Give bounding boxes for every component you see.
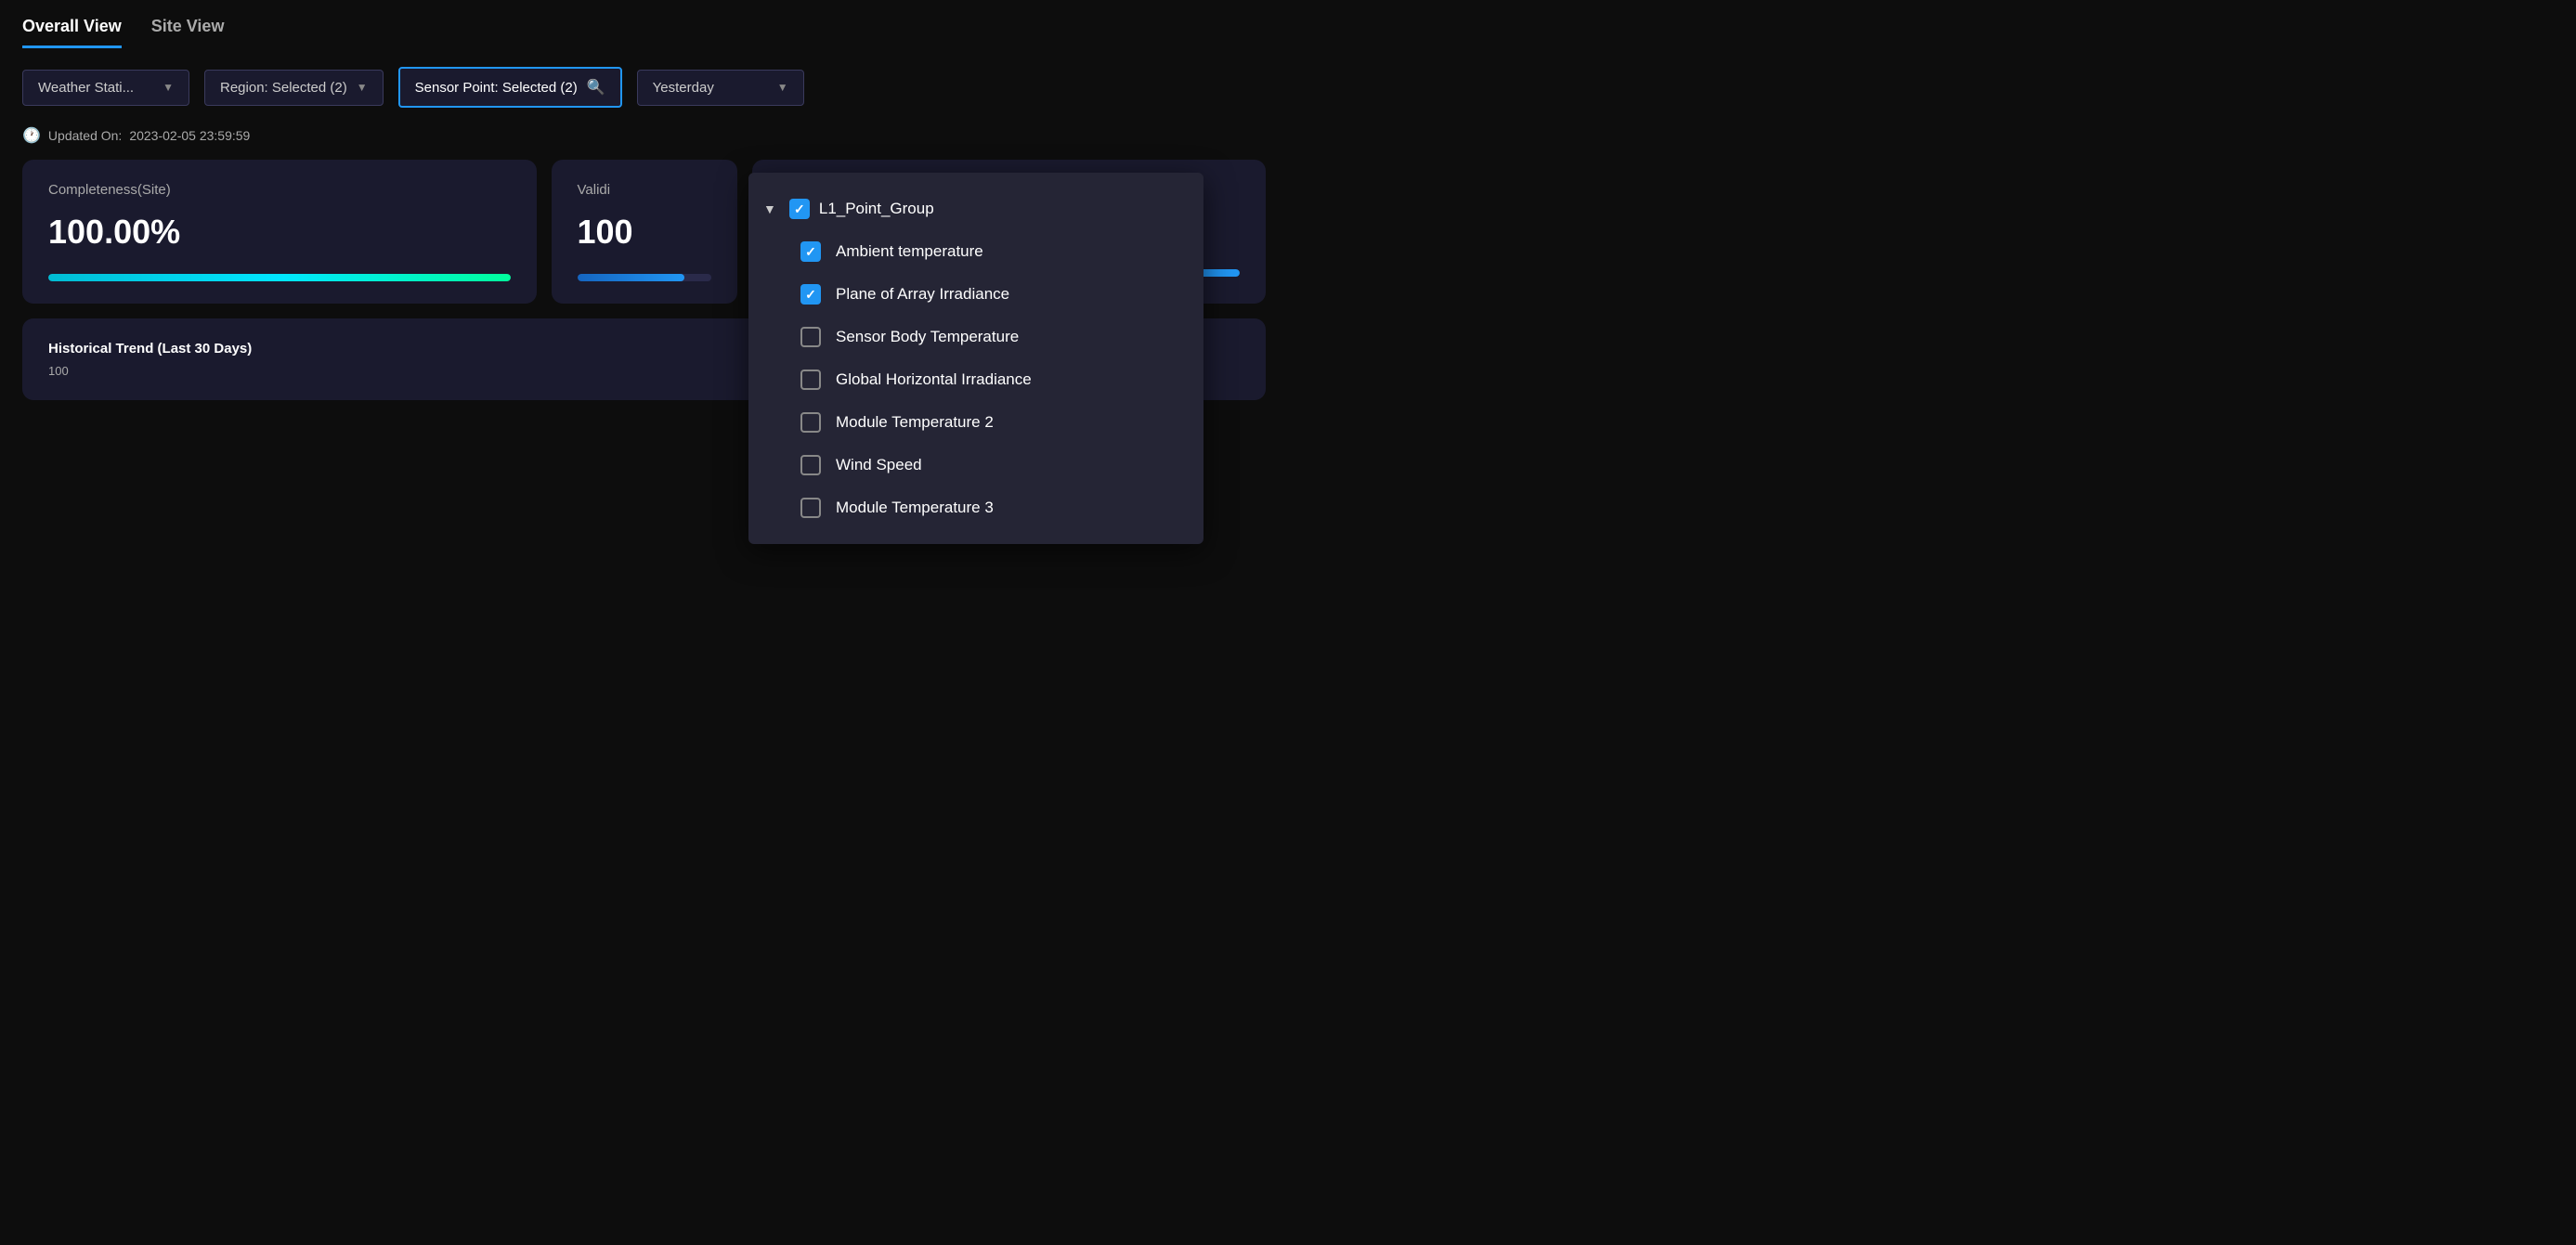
timestamp-bar: 🕐 Updated On: 2023-02-05 23:59:59 — [0, 123, 1288, 160]
region-chevron-icon: ▼ — [357, 81, 368, 94]
sensor-item-module-temp-2[interactable]: Module Temperature 2 — [748, 401, 1203, 444]
group-arrow-icon: ▼ — [763, 201, 776, 216]
validity-value: 100 — [578, 213, 711, 252]
checkmark-icon: ✓ — [794, 201, 805, 217]
timestamp-prefix: Updated On: — [48, 128, 122, 143]
region-label: Region: Selected (2) — [220, 80, 347, 96]
sensor-item-ambient-temp[interactable]: ✓ Ambient temperature — [748, 230, 1203, 273]
validity-progress-fill — [578, 274, 684, 281]
sensor-item-plane-irradiance[interactable]: ✓ Plane of Array Irradiance — [748, 273, 1203, 316]
completeness-progress-bg — [48, 274, 511, 281]
completeness-title: Completeness(Site) — [48, 182, 511, 198]
group-checkbox-l1[interactable]: ✓ — [789, 199, 810, 219]
weather-station-label: Weather Stati... — [38, 80, 134, 96]
timestamp-value: 2023-02-05 23:59:59 — [129, 128, 250, 143]
completeness-value: 100.00% — [48, 213, 511, 252]
sensor-point-filter[interactable]: Sensor Point: Selected (2) 🔍 — [398, 67, 622, 108]
label-module-temp-2: Module Temperature 2 — [836, 413, 994, 432]
label-global-irradiance: Global Horizontal Irradiance — [836, 370, 1032, 389]
completeness-progress-fill — [48, 274, 511, 281]
date-range-chevron-icon: ▼ — [777, 81, 788, 94]
clock-icon: 🕐 — [22, 126, 41, 145]
validity-progress-bg — [578, 274, 711, 281]
checkbox-global-irradiance[interactable] — [800, 370, 821, 390]
checkbox-module-temp-2[interactable] — [800, 412, 821, 433]
weather-station-chevron-icon: ▼ — [163, 81, 174, 94]
filter-bar: Weather Stati... ▼ Region: Selected (2) … — [0, 48, 1288, 123]
sensor-point-search-icon: 🔍 — [587, 78, 605, 97]
sensor-item-wind-speed[interactable]: Wind Speed — [748, 444, 1203, 486]
top-tabs: Overall View Site View — [0, 0, 1288, 48]
sensor-item-global-irradiance[interactable]: Global Horizontal Irradiance — [748, 358, 1203, 401]
label-ambient-temp: Ambient temperature — [836, 242, 983, 261]
group-label-l1: L1_Point_Group — [819, 200, 934, 218]
date-range-filter[interactable]: Yesterday ▼ — [637, 70, 804, 106]
weather-station-filter[interactable]: Weather Stati... ▼ — [22, 70, 189, 106]
region-filter[interactable]: Region: Selected (2) ▼ — [204, 70, 384, 106]
date-range-label: Yesterday — [653, 80, 714, 96]
tab-overall-view[interactable]: Overall View — [22, 17, 122, 48]
group-header-l1[interactable]: ▼ ✓ L1_Point_Group — [748, 188, 1203, 230]
label-plane-irradiance: Plane of Array Irradiance — [836, 285, 1009, 304]
label-module-temp-3: Module Temperature 3 — [836, 499, 994, 517]
label-body-temp: Sensor Body Temperature — [836, 328, 1019, 346]
label-wind-speed: Wind Speed — [836, 456, 922, 474]
sensor-point-dropdown: ▼ ✓ L1_Point_Group ✓ Ambient temperature… — [748, 173, 1203, 544]
checkmark-icon: ✓ — [805, 287, 816, 303]
checkbox-wind-speed[interactable] — [800, 455, 821, 475]
sensor-item-module-temp-3[interactable]: Module Temperature 3 — [748, 486, 1203, 529]
checkmark-icon: ✓ — [805, 244, 816, 260]
sensor-point-label: Sensor Point: Selected (2) — [415, 80, 578, 96]
validity-card: Validi 100 — [552, 160, 737, 304]
tab-site-view[interactable]: Site View — [151, 17, 225, 48]
checkbox-body-temp[interactable] — [800, 327, 821, 347]
checkbox-module-temp-3[interactable] — [800, 498, 821, 518]
checkbox-plane-irradiance[interactable]: ✓ — [800, 284, 821, 305]
validity-title: Validi — [578, 182, 711, 198]
checkbox-ambient-temp[interactable]: ✓ — [800, 241, 821, 262]
sensor-item-body-temp[interactable]: Sensor Body Temperature — [748, 316, 1203, 358]
completeness-card: Completeness(Site) 100.00% — [22, 160, 537, 304]
